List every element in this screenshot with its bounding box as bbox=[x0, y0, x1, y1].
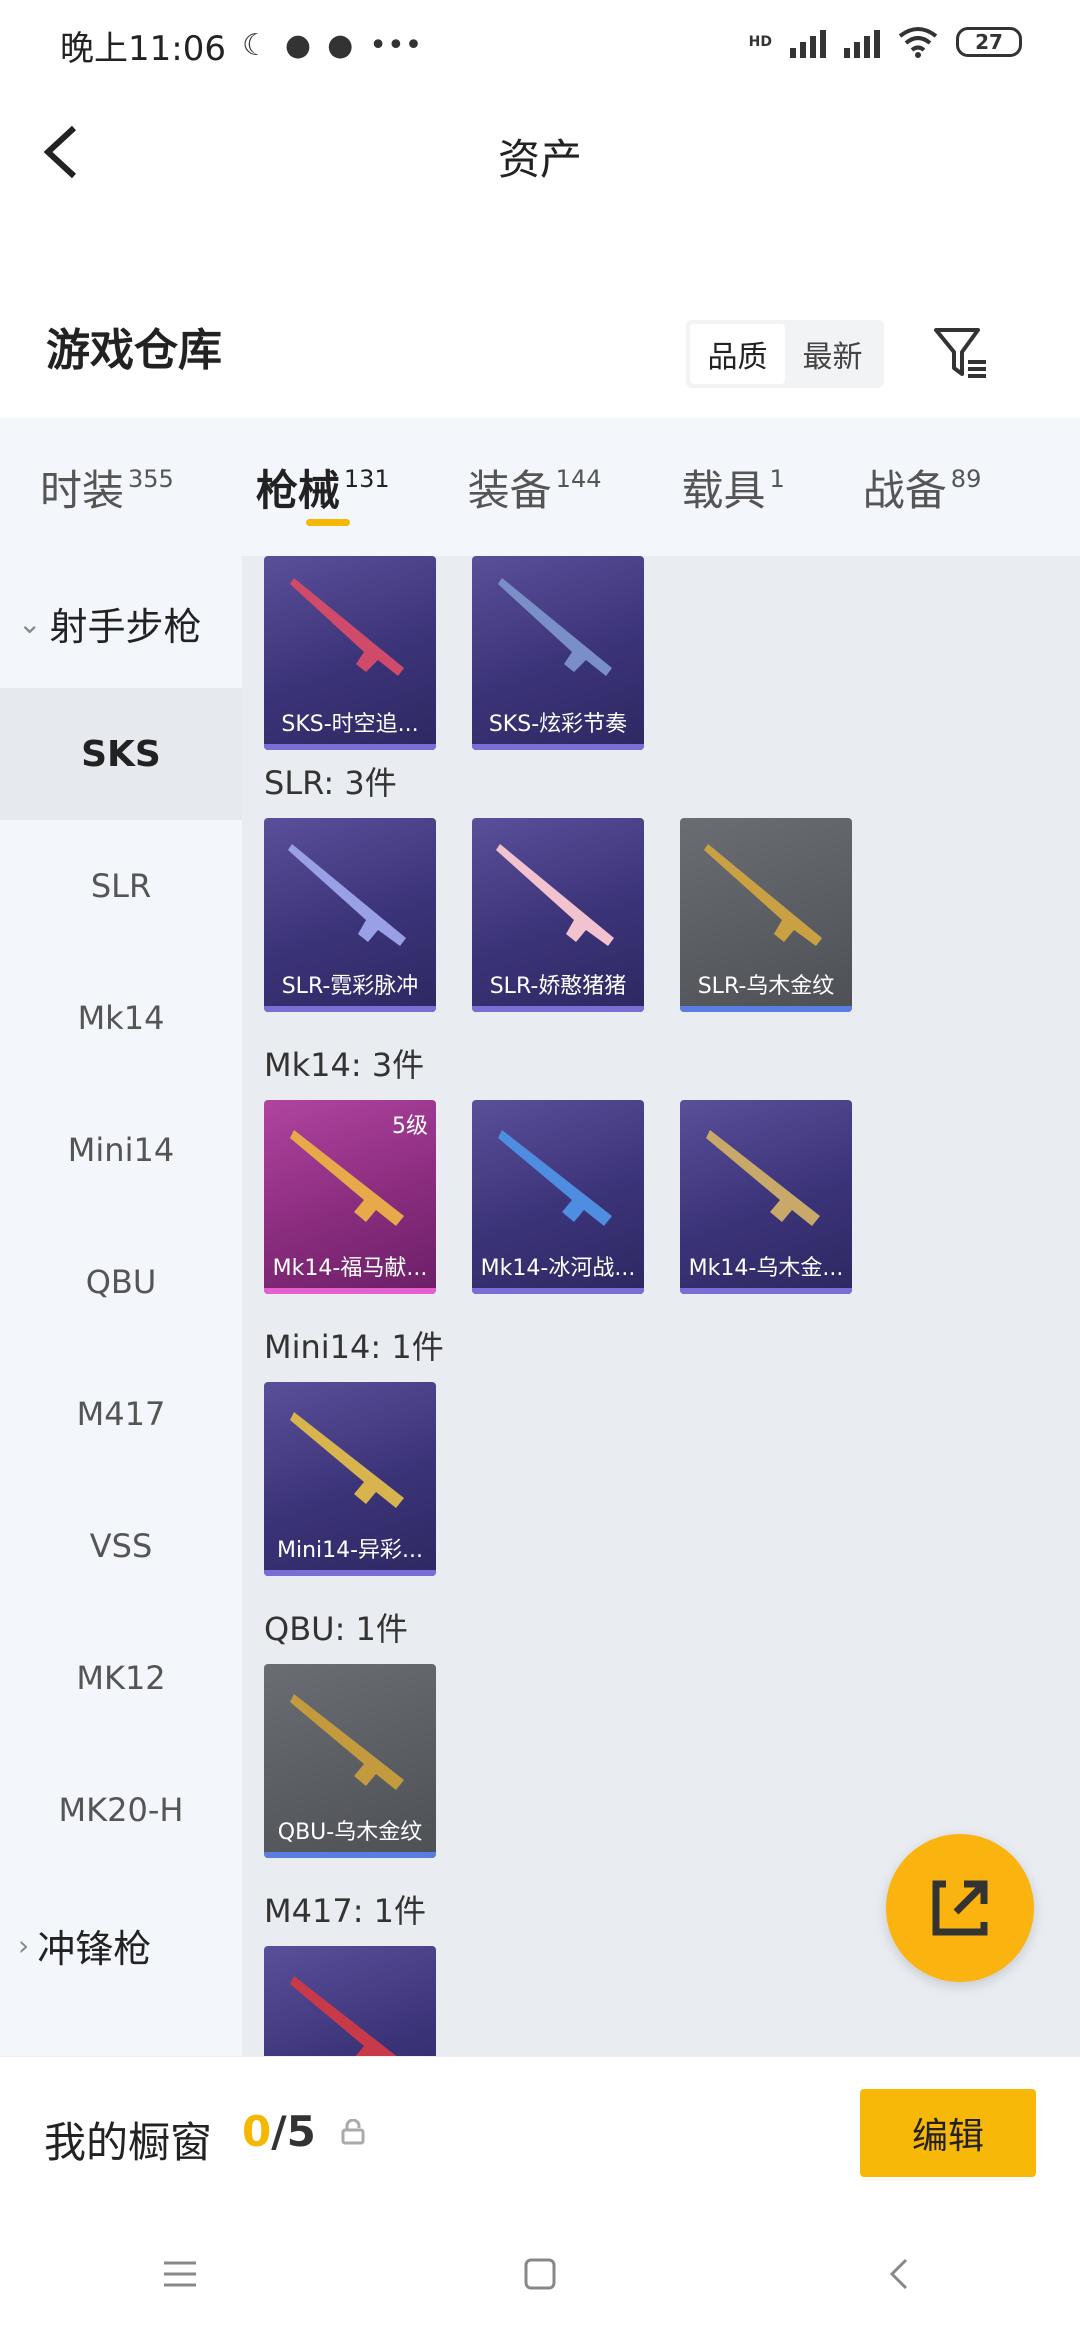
tab-vehicles[interactable]: 载具 1 bbox=[681, 457, 784, 518]
back-icon[interactable] bbox=[880, 2254, 920, 2294]
chevron-right-icon: › bbox=[18, 1929, 30, 1962]
sidebar-item-m417[interactable]: M417 bbox=[0, 1348, 242, 1480]
showcase-label: 我的橱窗 bbox=[44, 2118, 213, 2167]
skin-card[interactable]: SLR-乌木金纹 bbox=[680, 818, 852, 1012]
section-title: 游戏仓库 bbox=[46, 325, 222, 376]
signal-icon bbox=[790, 26, 826, 58]
sort-newest-button[interactable]: 最新 bbox=[785, 324, 880, 384]
group-header-m417: M417: 1件 bbox=[264, 1892, 427, 1930]
lock-icon bbox=[341, 2119, 365, 2145]
sidebar-item-mk14[interactable]: Mk14 bbox=[0, 952, 242, 1084]
group-header-slr: SLR: 3件 bbox=[264, 764, 397, 802]
sort-quality-button[interactable]: 品质 bbox=[690, 324, 785, 384]
rifle-icon bbox=[290, 578, 404, 676]
moon-icon: ☾ bbox=[241, 27, 269, 63]
skin-card[interactable]: 5级 Mk14-福马献... bbox=[264, 1100, 436, 1294]
sidebar-item-slr[interactable]: SLR bbox=[0, 820, 242, 952]
skin-card[interactable]: Mk14-乌木金... bbox=[680, 1100, 852, 1294]
system-nav-bar bbox=[0, 2208, 1080, 2340]
rifle-icon bbox=[498, 1130, 612, 1226]
rifle-icon bbox=[498, 578, 612, 676]
group-header-qbu: QBU: 1件 bbox=[264, 1610, 408, 1648]
tab-supplies[interactable]: 战备 89 bbox=[863, 457, 982, 518]
home-icon[interactable] bbox=[520, 2254, 560, 2294]
group-header-mini14: Mini14: 1件 bbox=[264, 1328, 444, 1366]
weapon-grid: SKS-时空追... SKS-炫彩节奏 SLR: 3件 SLR-霓彩脉冲 SLR… bbox=[242, 556, 1080, 2056]
skin-card[interactable]: SLR-娇憨猪猪 bbox=[472, 818, 644, 1012]
rifle-icon bbox=[288, 844, 406, 946]
battery-indicator: 27 bbox=[956, 27, 1022, 57]
rifle-icon bbox=[290, 1412, 404, 1508]
sort-toggle: 品质 最新 bbox=[686, 320, 884, 388]
chevron-down-icon: ⌄ bbox=[18, 607, 42, 640]
skin-card[interactable]: Mini14-异彩... bbox=[264, 1382, 436, 1576]
sidebar-group-dmr[interactable]: ⌄ 射手步枪 bbox=[18, 596, 201, 651]
sidebar-item-mk20h[interactable]: MK20-H bbox=[0, 1744, 242, 1876]
showcase-bar: 我的橱窗 0/5 编辑 bbox=[0, 2056, 1080, 2208]
wechat-icon: ● bbox=[284, 27, 312, 63]
app-header: 资产 bbox=[0, 100, 1080, 204]
tab-guns[interactable]: 枪械 131 bbox=[256, 457, 390, 526]
status-bar: 晚上11:06 ☾ ● ● ••• HD 27 bbox=[0, 0, 1080, 90]
signal-icon-2 bbox=[844, 26, 880, 58]
skin-card[interactable]: Mk14-冰河战... bbox=[472, 1100, 644, 1294]
sidebar-group-smg[interactable]: › 冲锋枪 bbox=[18, 1918, 151, 1973]
hd-label: HD bbox=[748, 34, 772, 50]
skin-card[interactable]: SKS-炫彩节奏 bbox=[472, 556, 644, 750]
skin-card[interactable]: SLR-霓彩脉冲 bbox=[264, 818, 436, 1012]
page-title: 资产 bbox=[497, 135, 582, 184]
rifle-icon bbox=[290, 1694, 404, 1790]
skin-card[interactable]: QBU-乌木金纹 bbox=[264, 1664, 436, 1858]
sidebar-item-qbu[interactable]: QBU bbox=[0, 1216, 242, 1348]
skin-card[interactable]: SKS-时空追... bbox=[264, 556, 436, 750]
filter-icon[interactable] bbox=[932, 324, 988, 382]
wechat-icon-2: ● bbox=[327, 27, 354, 63]
category-tabs: 时装 355 枪械 131 装备 144 载具 1 战备 89 bbox=[0, 418, 1080, 556]
showcase-count: 0/5 bbox=[242, 2107, 316, 2156]
share-icon bbox=[932, 1880, 988, 1936]
rifle-icon bbox=[706, 1130, 820, 1226]
rifle-icon bbox=[496, 844, 614, 946]
tab-equipment[interactable]: 装备 144 bbox=[468, 457, 602, 518]
share-fab-button[interactable] bbox=[886, 1834, 1034, 1982]
wifi-icon bbox=[898, 27, 938, 58]
edit-button[interactable]: 编辑 bbox=[860, 2089, 1036, 2177]
sidebar-item-mk12[interactable]: MK12 bbox=[0, 1612, 242, 1744]
tab-active-indicator bbox=[305, 518, 350, 526]
rifle-icon bbox=[704, 844, 822, 946]
status-time: 晚上11:06 bbox=[60, 28, 226, 69]
sidebar-item-sks[interactable]: SKS bbox=[0, 688, 242, 820]
menu-icon[interactable] bbox=[160, 2257, 200, 2291]
group-header-mk14: Mk14: 3件 bbox=[264, 1046, 425, 1084]
sidebar-item-mini14[interactable]: Mini14 bbox=[0, 1084, 242, 1216]
skin-card[interactable] bbox=[264, 1946, 436, 2056]
tab-fashion[interactable]: 时装 355 bbox=[40, 457, 174, 518]
rifle-icon bbox=[290, 1976, 397, 2056]
more-dots-icon: ••• bbox=[369, 27, 423, 63]
sidebar-item-vss[interactable]: VSS bbox=[0, 1480, 242, 1612]
weapon-sidebar: ⌄ 射手步枪 SKS SLR Mk14 Mini14 QBU M417 VSS M… bbox=[0, 556, 242, 2056]
